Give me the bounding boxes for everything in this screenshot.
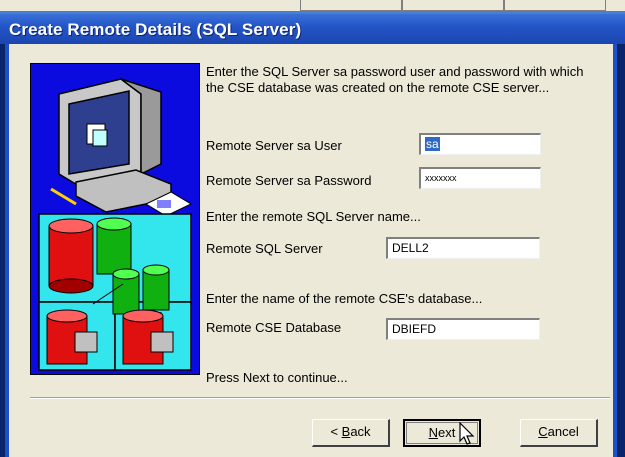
title-bar[interactable]: Create Remote Details (SQL Server): [0, 14, 625, 44]
database-prompt: Enter the name of the remote CSE's datab…: [206, 291, 483, 306]
cancel-button[interactable]: Cancel: [520, 419, 598, 447]
sa-user-input[interactable]: sa: [419, 133, 541, 155]
sql-server-label: Remote SQL Server: [206, 241, 323, 256]
cancel-mnemonic: C: [538, 424, 548, 439]
cse-database-input[interactable]: DBIEFD: [386, 318, 540, 340]
continue-text: Press Next to continue...: [206, 370, 348, 385]
cancel-rest: ancel: [547, 424, 579, 439]
next-mnemonic: N: [428, 425, 439, 440]
sa-user-value: sa: [425, 137, 440, 151]
wizard-illustration: [30, 63, 200, 375]
server-prompt: Enter the remote SQL Server name...: [206, 209, 421, 224]
back-rest: ack: [350, 424, 371, 439]
sa-password-label: Remote Server sa Password: [206, 173, 372, 188]
back-prefix: <: [330, 424, 342, 439]
background-window-strip: [0, 0, 625, 14]
background-button: [300, 0, 402, 11]
computer-illustration: [38, 78, 193, 371]
background-button: [504, 0, 606, 11]
sa-user-label: Remote Server sa User: [206, 138, 342, 153]
next-rest: ext: [438, 425, 456, 440]
background-button: [402, 0, 504, 11]
sa-password-input[interactable]: xxxxxxx: [419, 167, 541, 189]
intro-text: Enter the SQL Server sa password user an…: [206, 64, 584, 95]
divider: [30, 397, 610, 399]
cse-database-label: Remote CSE Database: [206, 320, 342, 335]
mouse-cursor-icon: [459, 422, 475, 445]
sql-server-input[interactable]: DELL2: [386, 237, 540, 259]
back-button[interactable]: < Back: [312, 419, 390, 447]
window-title: Create Remote Details (SQL Server): [9, 20, 302, 39]
